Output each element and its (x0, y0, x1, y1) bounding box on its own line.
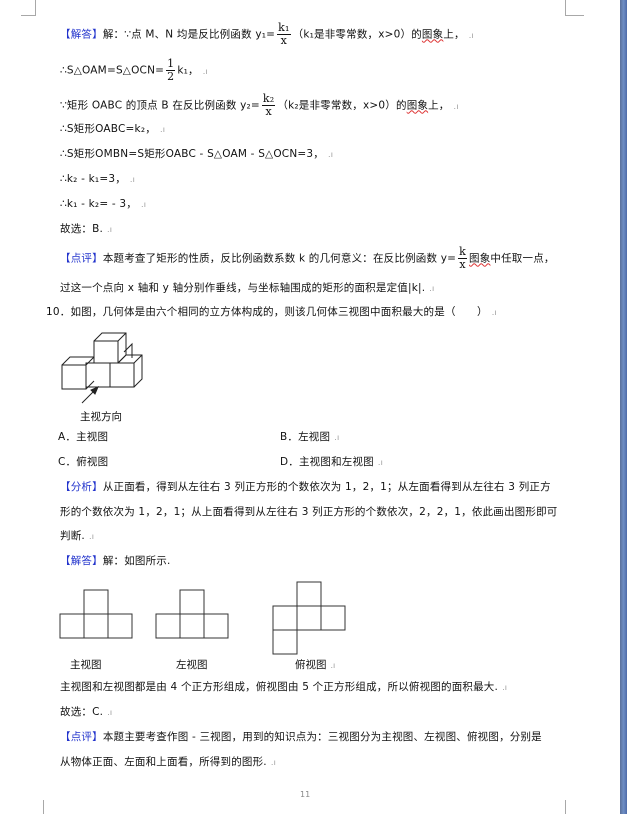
cube-face (109, 362, 135, 388)
answer-tag: 【解答】 (60, 555, 103, 567)
square (296, 581, 322, 607)
cube-face (85, 362, 111, 388)
square (272, 629, 298, 655)
answer-tag: 【解答】 (60, 28, 103, 41)
paragraph-mark: .ı (468, 30, 474, 40)
square (179, 613, 205, 639)
square (296, 605, 322, 631)
answer-line-4: ∴S矩形OABC=k₂， .ı (60, 123, 166, 135)
analysis-line-3: 判断. .ı (60, 530, 95, 542)
question-10: 10．如图，几何体是由六个相同的立方体构成的，则该几何体三视图中面积最大的是（ … (46, 306, 497, 318)
answer-line-3: ∵矩形 OABC 的顶点 B 在反比例函数 y₂= k₂ x （k₂是非零常数，x>0… (60, 92, 459, 118)
crop-mark-top-left (35, 0, 36, 16)
crop-mark-bottom-left (43, 800, 44, 814)
crop-mark-top-right (565, 0, 566, 16)
comment-10-line-2: 从物体正面、左面和上面看，所得到的图形. .ı (60, 756, 277, 768)
spellcheck-underline: 图象 (469, 252, 491, 265)
square (83, 589, 109, 615)
document-page: 【解答】解：∵点 M、N 均是反比例函数 y₁= k₁ x （k₁是非零常数，x>0）… (0, 0, 620, 814)
fraction: k₂ x (261, 92, 276, 118)
answer-choice-10: 故选：C. .ı (60, 706, 113, 718)
figure-caption: 主视方向 (80, 411, 122, 423)
crop-mark-top-right-h (565, 15, 584, 16)
answer-line-2: ∴S△OAM=S△OCN= 1 2 k₁， .ı (60, 57, 208, 83)
analysis-line-1: 【分析】从正面看，得到从左往右 3 列正方形的个数依次为 1，2，1；从左面看得… (60, 481, 551, 493)
cube-figure (61, 332, 143, 404)
top-view-figure (272, 581, 346, 655)
answer-line-5: ∴S矩形OMBN=S矩形OABC - S△OAM - S△OCN=3， .ı (60, 148, 334, 160)
answer-conclusion: 主视图和左视图都是由 4 个正方形组成，俯视图由 5 个正方形组成，所以俯视图的… (60, 681, 508, 693)
square (320, 605, 346, 631)
comment-10-line-1: 【点评】本题主要考查作图 - 三视图，用到的知识点为：三视图分为主视图、左视图、… (60, 731, 542, 743)
paragraph-mark: .ı (202, 66, 208, 76)
cube-edge (85, 356, 95, 366)
cube-face (93, 340, 119, 364)
cube-edge (133, 354, 143, 364)
comment-tag: 【点评】 (60, 252, 103, 265)
front-view-label: 主视图 (70, 659, 102, 671)
option-a: A．主视图 (58, 431, 109, 443)
window-edge (620, 0, 627, 814)
square (203, 613, 229, 639)
analysis-line-2: 形的个数依次为 1，2，1；从上面看得到从左往右 3 列正方形的个数依次，2，2… (60, 506, 558, 518)
cube-edge (85, 380, 95, 390)
square (83, 613, 109, 639)
fraction: k₁ x (277, 21, 291, 47)
top-view-label: 俯视图 .ı (295, 659, 336, 671)
cube-edge (117, 332, 127, 342)
spellcheck-underline: 图象 (421, 28, 444, 41)
square (179, 589, 205, 615)
comment-tag: 【点评】 (60, 731, 103, 743)
answer-choice: 故选：B. .ı (60, 223, 113, 235)
square (155, 613, 181, 639)
cube-edge (61, 356, 94, 366)
fraction: kx (458, 245, 467, 271)
paragraph-mark: .ı (453, 101, 459, 111)
cube-face (61, 364, 87, 390)
option-b: B．左视图 .ı (280, 431, 340, 443)
crop-mark-bottom-right (565, 800, 566, 814)
front-view-figure (59, 589, 133, 639)
page-number: 11 (300, 790, 311, 799)
comment-line-1: 【点评】本题考查了矩形的性质，反比例函数系数 k 的几何意义：在反比例函数 y=… (60, 245, 555, 271)
spellcheck-underline: 图象 (406, 99, 429, 112)
left-view-figure (155, 589, 229, 639)
answer-intro: 【解答】解：如图所示. (60, 555, 171, 567)
left-view-label: 左视图 (176, 659, 208, 671)
cube-edge (117, 354, 143, 388)
option-d: D．主视图和左视图 .ı (280, 456, 384, 468)
comment-line-2: 过这一个点向 x 轴和 y 轴分别作垂线，与坐标轴围成的矩形的面积是定值|k|.… (60, 282, 435, 294)
square (272, 605, 298, 631)
answer-line-6: ∴k₂ - k₁=3， .ı (60, 173, 136, 185)
option-c: C．俯视图 (58, 456, 109, 468)
answer-line-1: 【解答】解：∵点 M、N 均是反比例函数 y₁= k₁ x （k₁是非零常数，x>0）… (60, 21, 474, 47)
crop-mark-top-left-h (21, 15, 36, 16)
square (107, 613, 133, 639)
answer-line-7: ∴k₁ - k₂= - 3， .ı (60, 198, 147, 210)
square (59, 613, 85, 639)
fraction: 12 (166, 57, 176, 83)
analysis-tag: 【分析】 (60, 481, 103, 493)
